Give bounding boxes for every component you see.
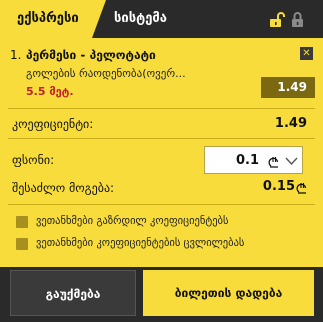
- accept-higher-odds-checkbox[interactable]: [16, 216, 28, 228]
- stake-input[interactable]: 0.1: [204, 146, 303, 174]
- accept-odds-change-label[interactable]: ვეთანხმები კოეფიციენტების ცვლილებას: [36, 237, 244, 249]
- tab-express-notch: [92, 0, 106, 38]
- lari-icon: [296, 183, 307, 194]
- bet-slip: ექსპრესი სისტემა 1. პერმესი - პელოტატი გ…: [0, 0, 323, 322]
- bet-odds: 1.49: [261, 77, 315, 98]
- tab-express-label[interactable]: ექსპრესი: [17, 11, 79, 26]
- divider: [8, 138, 315, 139]
- tab-system[interactable]: სისტემა: [114, 11, 167, 26]
- bet-line: 5.5 მეტ.: [26, 85, 74, 98]
- close-icon[interactable]: ✕: [300, 47, 313, 60]
- unlock-icon[interactable]: [268, 11, 285, 28]
- accept-higher-odds-option[interactable]: ვეთანხმები გაზრდილ კოეფიციენტებს: [16, 215, 306, 230]
- coef-label: კოეფიციენტი:: [12, 117, 94, 131]
- bet-event-name: პერმესი - პელოტატი: [26, 48, 156, 62]
- lari-icon: [268, 157, 279, 168]
- accept-higher-odds-label[interactable]: ვეთანხმები გაზრდილ კოეფიციენტებს: [36, 215, 228, 227]
- bet-item: 1. პერმესი - პელოტატი გოლების რაოდენობა(…: [8, 44, 315, 106]
- slip-panel: 1. პერმესი - პელოტატი გოლების რაოდენობა(…: [0, 38, 323, 267]
- win-label: შესაძლო მოგება:: [12, 181, 115, 195]
- accept-odds-change-option[interactable]: ვეთანხმები კოეფიციენტების ცვლილებას: [16, 237, 306, 252]
- accept-odds-change-checkbox[interactable]: [16, 238, 28, 250]
- cancel-button[interactable]: გაუქმება: [10, 270, 136, 316]
- bet-number: 1.: [10, 48, 22, 62]
- lock-icon[interactable]: [289, 11, 306, 28]
- stake-value[interactable]: 0.1: [236, 153, 259, 168]
- divider: [8, 108, 315, 109]
- chevron-down-icon[interactable]: [285, 156, 298, 166]
- coef-value: 1.49: [274, 116, 307, 131]
- win-value: 0.15: [262, 179, 295, 194]
- stake-label: ფსონი:: [12, 153, 55, 167]
- slip-tabs: ექსპრესი სისტემა: [0, 0, 323, 38]
- divider: [8, 204, 315, 205]
- place-bet-button[interactable]: ბილეთის დადება: [143, 270, 314, 316]
- bet-market: გოლების რაოდენობა(ოვერ...: [26, 67, 186, 80]
